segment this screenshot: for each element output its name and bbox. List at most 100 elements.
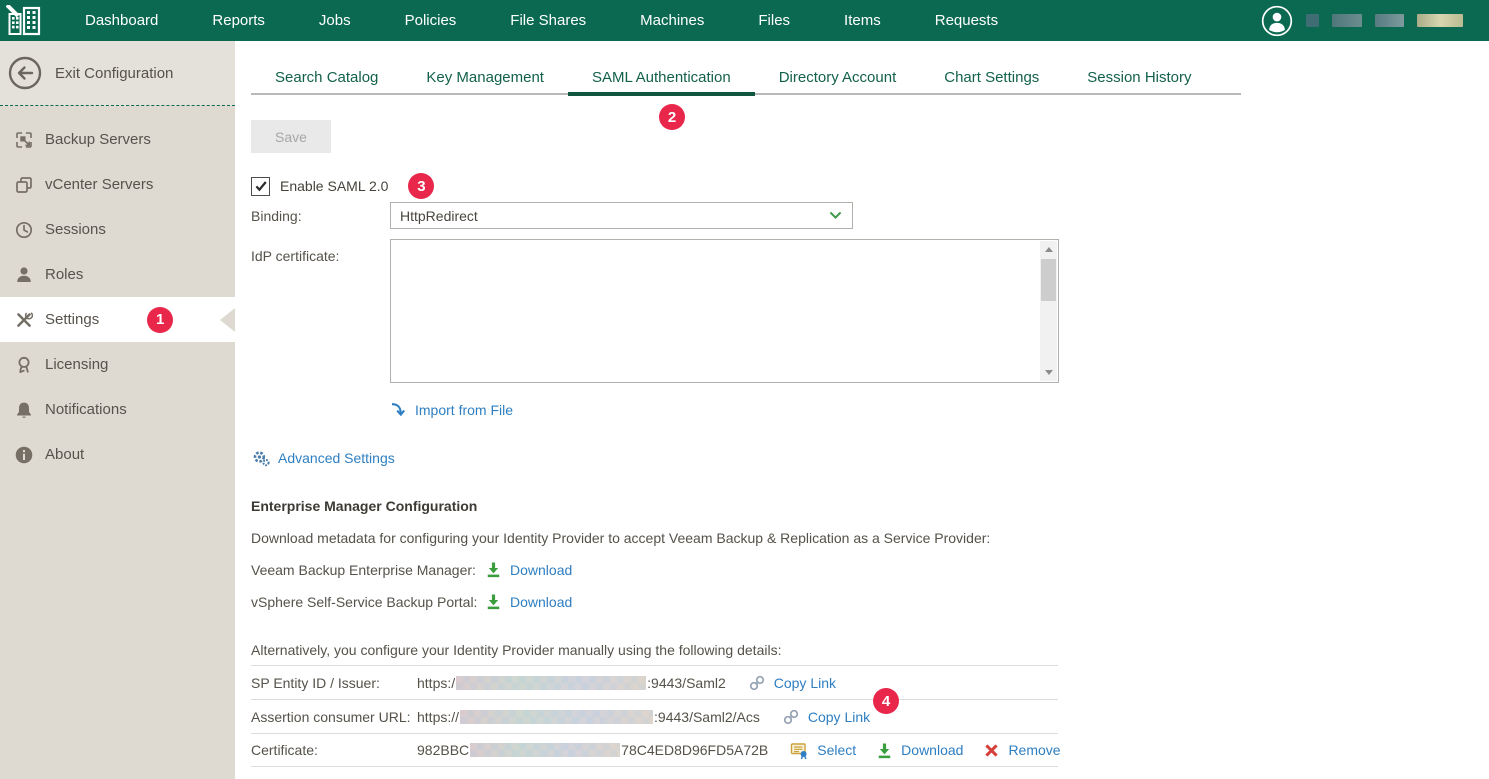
- link-icon: [748, 674, 766, 692]
- redacted-thumbprint: [470, 743, 620, 757]
- tab-session-history[interactable]: Session History: [1063, 68, 1215, 93]
- nav-item-requests[interactable]: Requests: [908, 0, 1025, 41]
- url-prefix: https://: [417, 709, 459, 725]
- advanced-settings-link[interactable]: Advanced Settings: [252, 449, 395, 467]
- import-from-file-label: Import from File: [415, 402, 513, 418]
- advanced-settings-label: Advanced Settings: [278, 450, 395, 466]
- save-button[interactable]: Save: [251, 120, 331, 153]
- sidebar-item-licensing[interactable]: Licensing: [0, 342, 235, 387]
- binding-label: Binding:: [251, 202, 390, 229]
- idp-certificate-label: IdP certificate:: [251, 239, 390, 383]
- about-icon: [14, 445, 34, 465]
- callout-badge-3: 3: [408, 173, 434, 199]
- textarea-scrollbar[interactable]: [1040, 241, 1057, 381]
- sidebar-item-label: Backup Servers: [45, 131, 151, 148]
- settings-icon: [14, 310, 34, 330]
- certificate-remove-button[interactable]: Remove: [983, 742, 1060, 759]
- veeam-logo-icon: [6, 5, 46, 37]
- url-prefix: https:/: [417, 675, 455, 691]
- sp-entity-id-value: https:/ :9443/Saml2: [417, 675, 726, 691]
- thumbprint-prefix: 982BBC: [417, 742, 469, 758]
- configuration-sidebar: Exit Configuration Backup Servers vCente…: [0, 41, 235, 779]
- user-name-redacted: [1306, 14, 1319, 27]
- tab-chart-settings[interactable]: Chart Settings: [920, 68, 1063, 93]
- download-link-label: Download: [510, 594, 572, 610]
- idp-certificate-row: IdP certificate:: [251, 239, 1059, 383]
- sidebar-item-roles[interactable]: Roles: [0, 252, 235, 297]
- settings-tab-bar: Search Catalog Key Management SAML Authe…: [251, 68, 1241, 95]
- user-avatar-icon[interactable]: [1261, 5, 1293, 37]
- enterprise-manager-configuration-heading: Enterprise Manager Configuration: [251, 498, 477, 514]
- notifications-icon: [14, 400, 34, 420]
- nav-item-file-shares[interactable]: File Shares: [483, 0, 613, 41]
- vcenter-servers-icon: [14, 175, 34, 195]
- assertion-consumer-url-row: Assertion consumer URL: https:// :9443/S…: [251, 699, 1058, 733]
- nav-item-machines[interactable]: Machines: [613, 0, 731, 41]
- tab-key-management[interactable]: Key Management: [402, 68, 568, 93]
- assertion-consumer-url-label: Assertion consumer URL:: [251, 709, 417, 725]
- certificate-label: Certificate:: [251, 742, 417, 758]
- download-link-label: Download: [510, 562, 572, 578]
- em-metadata-download-row: Veeam Backup Enterprise Manager: Downloa…: [251, 561, 572, 578]
- enable-saml-label: Enable SAML 2.0: [280, 178, 388, 194]
- settings-content-area: Search Catalog Key Management SAML Authe…: [235, 41, 1489, 779]
- chevron-down-icon: [829, 211, 842, 220]
- sidebar-item-settings[interactable]: Settings 1: [0, 297, 235, 342]
- vsphere-metadata-label: vSphere Self-Service Backup Portal:: [251, 594, 485, 610]
- tab-directory-account[interactable]: Directory Account: [755, 68, 921, 93]
- scrollbar-thumb[interactable]: [1041, 259, 1056, 301]
- exit-configuration-button[interactable]: Exit Configuration: [0, 41, 235, 106]
- certificate-select-icon: [790, 741, 809, 760]
- tab-search-catalog[interactable]: Search Catalog: [251, 68, 402, 93]
- copy-link-button[interactable]: Copy Link: [782, 708, 870, 726]
- nav-item-policies[interactable]: Policies: [378, 0, 484, 41]
- redacted-host: [456, 676, 646, 690]
- backup-servers-icon: [14, 130, 34, 150]
- binding-dropdown[interactable]: HttpRedirect: [390, 202, 853, 229]
- scroll-down-button[interactable]: [1040, 364, 1057, 381]
- enable-saml-row: Enable SAML 2.0 3: [251, 173, 434, 199]
- user-name-redacted: [1375, 14, 1404, 27]
- certificate-download-button[interactable]: Download: [876, 742, 963, 759]
- sidebar-item-about[interactable]: About: [0, 432, 235, 477]
- sidebar-item-backup-servers[interactable]: Backup Servers: [0, 117, 235, 162]
- sidebar-item-label: Settings: [45, 311, 99, 328]
- topbar-user-area: [1261, 5, 1489, 37]
- sp-entity-id-label: SP Entity ID / Issuer:: [251, 675, 417, 691]
- certificate-select-button[interactable]: Select: [790, 741, 856, 760]
- sidebar-item-sessions[interactable]: Sessions: [0, 207, 235, 252]
- import-arrow-icon: [389, 401, 407, 419]
- user-name-redacted: [1332, 14, 1362, 27]
- idp-certificate-textarea[interactable]: [390, 239, 1059, 383]
- scroll-up-button[interactable]: [1040, 241, 1057, 258]
- checkmark-icon: [254, 179, 268, 193]
- enable-saml-checkbox[interactable]: [251, 177, 270, 196]
- certificate-remove-label: Remove: [1008, 742, 1060, 758]
- sidebar-item-notifications[interactable]: Notifications: [0, 387, 235, 432]
- nav-item-dashboard[interactable]: Dashboard: [58, 0, 185, 41]
- thumbprint-suffix: 78C4ED8D96FD5A72B: [621, 742, 768, 758]
- exit-configuration-label: Exit Configuration: [55, 65, 173, 82]
- sidebar-item-vcenter-servers[interactable]: vCenter Servers: [0, 162, 235, 207]
- licensing-icon: [14, 355, 34, 375]
- sidebar-item-label: Roles: [45, 266, 83, 283]
- em-metadata-download-link[interactable]: Download: [485, 561, 572, 578]
- import-from-file-link[interactable]: Import from File: [389, 401, 513, 419]
- callout-badge-4: 4: [873, 688, 899, 714]
- vsphere-metadata-download-row: vSphere Self-Service Backup Portal: Down…: [251, 593, 572, 610]
- nav-item-files[interactable]: Files: [731, 0, 817, 41]
- download-icon: [485, 593, 502, 610]
- nav-item-jobs[interactable]: Jobs: [292, 0, 378, 41]
- tab-saml-authentication[interactable]: SAML Authentication: [568, 68, 755, 93]
- nav-item-reports[interactable]: Reports: [185, 0, 292, 41]
- certificate-select-label: Select: [817, 742, 856, 758]
- download-icon: [485, 561, 502, 578]
- sp-entity-id-row: SP Entity ID / Issuer: https:/ :9443/Sam…: [251, 665, 1058, 699]
- vsphere-metadata-download-link[interactable]: Download: [485, 593, 572, 610]
- download-icon: [876, 742, 893, 759]
- top-nav-menu: Dashboard Reports Jobs Policies File Sha…: [58, 0, 1025, 41]
- sidebar-item-label: vCenter Servers: [45, 176, 153, 193]
- redacted-host: [460, 710, 653, 724]
- copy-link-button[interactable]: Copy Link: [748, 674, 836, 692]
- nav-item-items[interactable]: Items: [817, 0, 908, 41]
